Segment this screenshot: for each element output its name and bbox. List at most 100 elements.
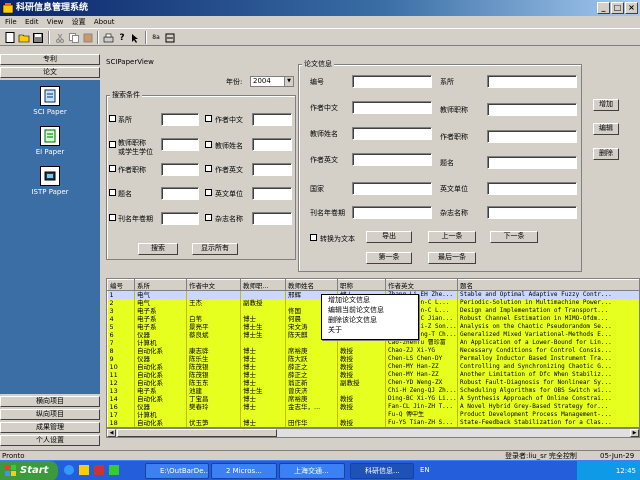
year-select[interactable]: 2004 ▼ xyxy=(250,76,294,87)
title-degree-input[interactable] xyxy=(161,138,199,151)
ctx-add-paper[interactable]: 增加论文信息 xyxy=(322,295,418,305)
magazine-input[interactable] xyxy=(252,212,292,225)
nav-item-istp-paper[interactable]: ISTP Paper xyxy=(0,166,100,196)
nav-paper-button[interactable]: 论文 xyxy=(0,67,100,78)
table-row[interactable]: 7 计算机 Cao-zhenfu 曹珍富 An Application of a Lo… xyxy=(107,339,639,347)
en-unit-input[interactable] xyxy=(252,187,292,200)
nav-item-sci-paper[interactable]: SCI Paper xyxy=(0,86,100,116)
folder-icon[interactable] xyxy=(79,465,89,475)
menu-about[interactable]: About xyxy=(91,16,118,28)
nav-personal-settings-button[interactable]: 个人设置 xyxy=(0,435,100,446)
search-button[interactable]: 搜索 xyxy=(138,243,178,255)
ctx-edit-paper[interactable]: 编辑当前论文信息 xyxy=(322,305,418,315)
table-row[interactable]: 14 自动化系 丁宝昌 博士 席裕庚 教授 Ding-BC Xi-YG Li... A Syn… xyxy=(107,395,639,403)
save-icon[interactable] xyxy=(31,31,45,44)
task-research-app[interactable]: 科研信息... xyxy=(350,463,414,479)
ctx-delete-paper[interactable]: 删除该论文信息 xyxy=(322,315,418,325)
nav-patent-button[interactable]: 专利 xyxy=(0,54,100,65)
author-title-input[interactable] xyxy=(161,163,199,176)
convert-text-checkbox[interactable] xyxy=(310,234,317,241)
teacher-name-checkbox[interactable] xyxy=(205,141,212,148)
info-dept-input[interactable] xyxy=(487,75,577,88)
first-record-button[interactable]: 第一条 xyxy=(366,252,412,264)
ie-icon[interactable] xyxy=(64,465,74,475)
help-icon[interactable]: ? xyxy=(115,31,129,44)
paper-title-checkbox[interactable] xyxy=(109,189,116,196)
column-header[interactable]: 编号 xyxy=(107,279,135,291)
task-explorer[interactable]: E:\OutBarDe... xyxy=(145,463,209,479)
start-button[interactable]: Start xyxy=(0,461,58,480)
column-header[interactable]: 作者中文 xyxy=(186,279,241,291)
menu-settings[interactable]: 设置 xyxy=(69,16,89,28)
edit-button[interactable]: 编辑 xyxy=(593,123,619,135)
journal-vol-input[interactable] xyxy=(161,212,199,225)
info-author-en-input[interactable] xyxy=(352,153,432,166)
table-row[interactable]: 9 仪器 陈乐生 博士 陈大跃 教授 Chen-LS Chen-DY Permalloy In… xyxy=(107,355,639,363)
add-button[interactable]: 增加 xyxy=(593,99,619,111)
column-header[interactable]: 教师职... xyxy=(240,279,286,291)
cut-icon[interactable] xyxy=(53,31,67,44)
open-folder-icon[interactable] xyxy=(17,31,31,44)
paper-title-input[interactable] xyxy=(161,187,199,200)
table-row[interactable]: 13 电子系 池建 博士生 曾庆济 Chi-H Zeng-QJ Zh... Scheduli… xyxy=(107,387,639,395)
column-header[interactable]: 职称 xyxy=(337,279,386,291)
show-all-button[interactable]: 显示所有 xyxy=(192,243,238,255)
nav-achievement-button[interactable]: 成果管理 xyxy=(0,422,100,433)
export-button[interactable]: 导出 xyxy=(366,231,412,243)
next-record-button[interactable]: 下一条 xyxy=(490,231,538,243)
toggle-icon[interactable] xyxy=(163,31,177,44)
table-row[interactable]: 10 自动化系 陈茂银 博士 薛正之 教授 Chen-MY Han-ZZ Controllin… xyxy=(107,363,639,371)
table-row[interactable]: 18 自动化系 伏玉笋 博士 田作华 教授 Fu-YS Tian-ZH S... State-… xyxy=(107,419,639,427)
language-indicator[interactable]: EN xyxy=(420,466,430,474)
print-icon[interactable] xyxy=(101,31,115,44)
info-id-input[interactable] xyxy=(352,75,432,88)
nav-vertical-project-button[interactable]: 纵向项目 xyxy=(0,409,100,420)
menu-view[interactable]: View xyxy=(44,16,67,28)
tool-icon[interactable]: 8a xyxy=(149,31,163,44)
column-header[interactable]: 教师姓名 xyxy=(285,279,338,291)
author-cn-input[interactable] xyxy=(252,113,292,126)
teacher-name-input[interactable] xyxy=(252,138,292,151)
title-degree-checkbox[interactable] xyxy=(109,141,116,148)
table-row[interactable]: 11 自动化系 陈茂银 博士 薛正之 教授 Chen-MY Han-ZZ Another Li… xyxy=(107,371,639,379)
prev-record-button[interactable]: 上一条 xyxy=(428,231,476,243)
info-teacher-name-input[interactable] xyxy=(352,127,432,140)
journal-vol-checkbox[interactable] xyxy=(109,214,116,221)
info-teacher-title-input[interactable] xyxy=(487,103,577,116)
column-header[interactable]: 系所 xyxy=(134,279,187,291)
maximize-button[interactable]: □ xyxy=(611,2,624,14)
copy-icon[interactable] xyxy=(67,31,81,44)
author-title-checkbox[interactable] xyxy=(109,165,116,172)
media-icon[interactable] xyxy=(94,465,104,475)
ctx-about[interactable]: 关于 xyxy=(322,325,418,335)
quicklaunch-icon[interactable] xyxy=(109,465,119,475)
delete-button[interactable]: 删除 xyxy=(593,148,619,160)
info-author-title-input[interactable] xyxy=(487,130,577,143)
minimize-button[interactable]: _ xyxy=(597,2,610,14)
nav-item-ei-paper[interactable]: EI Paper xyxy=(0,126,100,156)
nav-horizontal-project-button[interactable]: 横向项目 xyxy=(0,396,100,407)
table-row[interactable]: 16 仪器 樊春玲 博士 金志华，... 教授 Fan-CL Jin-ZH T... A No… xyxy=(107,403,639,411)
scroll-right-icon[interactable]: ▶ xyxy=(630,429,639,437)
magazine-checkbox[interactable] xyxy=(205,214,212,221)
column-header[interactable]: 作者英文 xyxy=(385,279,458,291)
dept-checkbox[interactable] xyxy=(109,115,116,122)
table-row[interactable]: 12 自动化系 陈玉东 博士 翁正新 副教授 Chen-YD Weng-ZX Robust F… xyxy=(107,379,639,387)
scroll-thumb[interactable] xyxy=(117,429,277,437)
new-file-icon[interactable] xyxy=(3,31,17,44)
last-record-button[interactable]: 最后一条 xyxy=(428,252,476,264)
scroll-left-icon[interactable]: ◀ xyxy=(107,429,116,437)
dept-input[interactable] xyxy=(161,113,199,126)
menu-file[interactable]: File xyxy=(2,16,20,28)
info-author-cn-input[interactable] xyxy=(352,101,432,114)
task-browser[interactable]: 上海交通... xyxy=(279,463,345,479)
paste-icon[interactable] xyxy=(81,31,95,44)
en-unit-checkbox[interactable] xyxy=(205,189,212,196)
author-en-input[interactable] xyxy=(252,163,292,176)
info-magazine-input[interactable] xyxy=(487,206,577,219)
close-button[interactable]: × xyxy=(625,2,638,14)
info-en-unit-input[interactable] xyxy=(487,182,577,195)
info-journal-vol-input[interactable] xyxy=(352,206,432,219)
info-paper-title-input[interactable] xyxy=(487,156,577,169)
menu-edit[interactable]: Edit xyxy=(22,16,42,28)
